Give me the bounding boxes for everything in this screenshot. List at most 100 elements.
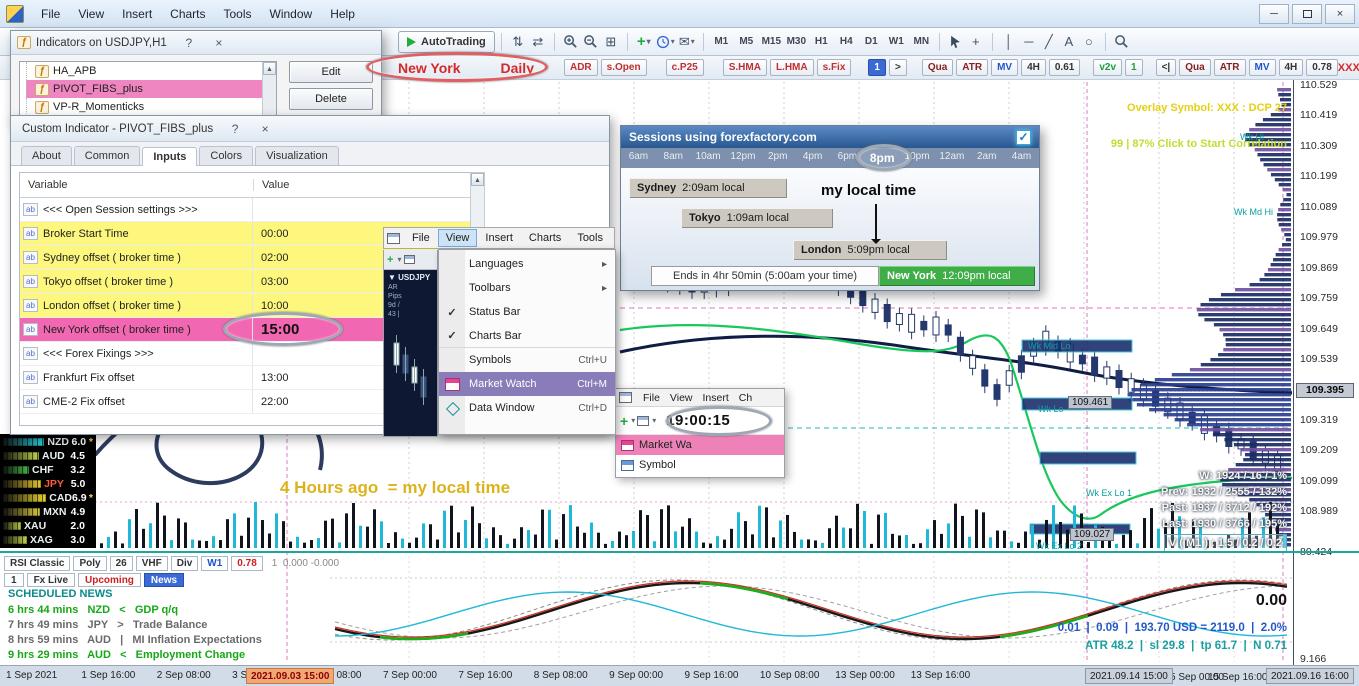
indicator-name: PIVOT_FIBS_plus bbox=[53, 83, 143, 95]
session-time-tick: 2pm bbox=[768, 151, 788, 162]
subwindow-button[interactable]: W1 bbox=[201, 556, 229, 571]
subwindow-button[interactable]: VHF bbox=[135, 556, 168, 571]
strength-value: 3.0 bbox=[70, 534, 85, 546]
subwindow-button[interactable]: 0.78 bbox=[231, 556, 263, 571]
mini-chart-symbol[interactable]: ▼ USDJPY bbox=[384, 270, 437, 283]
menu-item-label: Languages bbox=[469, 258, 524, 270]
menu-item-label: Status Bar bbox=[469, 306, 521, 318]
weekly-stats: W: 1924 / 16 / 1% Prev: 1932 / 2555 / 132… bbox=[1161, 468, 1287, 552]
parameter-name: <<< Open Session settings >>> bbox=[41, 198, 253, 221]
dialog-close-button[interactable]: × bbox=[257, 122, 273, 136]
currency-strength-row: CHF 3.2 bbox=[0, 463, 96, 477]
mini-chart-panel: + ▾ ▼ USDJPY AR Pips 9d / 43 | bbox=[383, 250, 438, 437]
indicator-list-item[interactable]: ƒ HA_APB bbox=[26, 62, 276, 80]
view-menu-item[interactable]: Symbols Ctrl+U bbox=[439, 348, 615, 372]
overlay-correlation-info[interactable]: Overlay Symbol: XXX : DCP 27 99 | 87% Cl… bbox=[1111, 78, 1287, 174]
subwindow-scale-min: 9.166 bbox=[1300, 653, 1327, 665]
popup-menu-item[interactable]: Insert bbox=[698, 390, 734, 406]
popup-menubar: File View Insert Ch bbox=[616, 389, 784, 407]
menubar-item[interactable]: Charts bbox=[521, 229, 569, 247]
indicator-values: 1 0.000 -0.000 bbox=[271, 558, 340, 569]
help-button[interactable]: ? bbox=[181, 36, 197, 50]
parameter-name: Tokyo offset ( broker time ) bbox=[41, 270, 253, 293]
dialog-close-button[interactable]: × bbox=[211, 36, 227, 50]
wk-mid-lo-label: Wk Mid Lo bbox=[1028, 341, 1071, 351]
time-axis-label: 1 Sep 2021 bbox=[6, 670, 58, 681]
currency-code: AUD bbox=[42, 450, 65, 462]
parameter-value[interactable] bbox=[253, 198, 480, 221]
menubar-item[interactable]: Insert bbox=[477, 229, 521, 247]
menubar-item[interactable]: File bbox=[404, 229, 438, 247]
menubar-item[interactable]: View bbox=[437, 229, 478, 247]
help-button[interactable]: ? bbox=[227, 122, 243, 136]
popup-menu-item[interactable]: View bbox=[665, 390, 698, 406]
chart-icon[interactable] bbox=[637, 415, 650, 426]
edit-button[interactable]: Edit bbox=[289, 61, 373, 83]
<<< Open Session settings >>>[interactable]: ab <<< Open Session settings >>> bbox=[20, 198, 480, 222]
time-axis-label: 13 Sep 16:00 bbox=[910, 670, 971, 681]
news-tab[interactable]: Upcoming bbox=[78, 573, 141, 587]
delete-button[interactable]: Delete bbox=[289, 88, 373, 110]
mini-chart-text: 9d / bbox=[388, 302, 400, 309]
dialog-tab[interactable]: Common bbox=[73, 146, 141, 165]
news-tab[interactable]: 1 bbox=[4, 573, 24, 587]
session-time-tick: 12am bbox=[939, 151, 965, 162]
view-menu-item[interactable]: Market Watch Ctrl+M bbox=[439, 372, 615, 396]
dialog-tab[interactable]: Inputs bbox=[142, 147, 198, 166]
my-local-time-label: my local time bbox=[821, 182, 917, 199]
menu-shortcut: Ctrl+U bbox=[578, 354, 607, 366]
view-menu-item[interactable]: Toolbars ▸ bbox=[439, 276, 615, 300]
dialog-tab[interactable]: About bbox=[21, 146, 72, 165]
add-icon[interactable]: + bbox=[620, 413, 628, 429]
market-watch-label: Market Wa bbox=[639, 439, 692, 451]
popup-menu-item[interactable]: Ch bbox=[734, 390, 757, 406]
menubar-item[interactable]: Tools bbox=[569, 229, 611, 247]
indicators-dialog-titlebar[interactable]: ƒ Indicators on USDJPY,H1 ? × bbox=[11, 31, 381, 55]
time-marker-gray-2: 2021.09.16 16:00 bbox=[1266, 668, 1354, 684]
price-scale[interactable]: 110.529 110.419 110.309 110.199 110.089 109.9… bbox=[1293, 79, 1359, 665]
news-tab[interactable]: Fx Live bbox=[26, 573, 76, 587]
stat-line: Prev: 1932 / 2555 / 132% bbox=[1161, 486, 1287, 498]
scroll-up-button[interactable]: ▲ bbox=[471, 173, 484, 186]
subwindow-button[interactable]: Poly bbox=[73, 556, 107, 571]
string-param-icon: ab bbox=[23, 203, 38, 216]
list-scrollbar[interactable]: ▲ bbox=[262, 62, 276, 118]
strength-value: 3.2 bbox=[70, 464, 85, 476]
market-watch-row[interactable]: Market Wa bbox=[616, 435, 784, 455]
strength-bar bbox=[3, 438, 45, 446]
popup-menu-item[interactable]: File bbox=[638, 390, 665, 406]
dropdown-icon: ▾ bbox=[631, 416, 636, 425]
time-axis-label: 8 Sep 08:00 bbox=[533, 670, 588, 681]
dialog-tab[interactable]: Colors bbox=[199, 146, 254, 165]
pane-divider[interactable] bbox=[0, 551, 1359, 553]
dialog-tab[interactable]: Visualization bbox=[255, 146, 339, 165]
news-tab[interactable]: News bbox=[143, 573, 185, 587]
time-axis[interactable]: 1 Sep 2021 1 Sep 16:00 2 Sep 08:00 3 Se 6 Se… bbox=[0, 665, 1359, 686]
time-axis-label: 9 Sep 00:00 bbox=[609, 670, 664, 681]
time-axis-label: 7 Sep 16:00 bbox=[458, 670, 513, 681]
scroll-up-button[interactable]: ▲ bbox=[263, 62, 276, 75]
sessions-checkbox[interactable]: ✓ bbox=[1016, 129, 1031, 145]
subwindow-button[interactable]: Div bbox=[170, 556, 199, 571]
view-menu-item[interactable]: Languages ▸ bbox=[439, 252, 615, 276]
symbol-row[interactable]: Symbol bbox=[616, 455, 784, 475]
window-icon bbox=[387, 232, 400, 244]
view-menu-item[interactable]: ✓ Status Bar bbox=[439, 300, 615, 324]
trade-info-line: 0.01 | 0.09 | 193.70 USD = 2119.0 | 2.0% bbox=[1057, 622, 1287, 634]
dropdown-icon: ▾ bbox=[397, 255, 402, 264]
sessions-titlebar[interactable]: Sessions using forexfactory.com ✓ bbox=[621, 126, 1039, 148]
sessions-time-scale: 6am 8am 10am 12pm 2pm 4pm 6pm 8pm 10pm 12am 2am 4am bbox=[621, 144, 1039, 171]
annotation-arrow bbox=[871, 204, 881, 244]
add-symbol-icon[interactable]: + bbox=[387, 254, 393, 266]
indicator-list-item[interactable]: ƒ VP-R_Momenticks bbox=[26, 98, 276, 116]
menu-item-label: Toolbars bbox=[469, 282, 511, 294]
chart-icon[interactable] bbox=[404, 255, 416, 264]
view-menu-item[interactable]: ✓ Charts Bar bbox=[439, 324, 615, 348]
view-menu-item[interactable]: Data Window Ctrl+D bbox=[439, 396, 615, 420]
currency-code: XAG bbox=[30, 534, 53, 546]
custom-indicator-titlebar[interactable]: Custom Indicator - PIVOT_FIBS_plus ? × bbox=[11, 116, 609, 142]
mt4-application-window: File View Insert Charts Tools Window Help ─ × … bbox=[0, 0, 1359, 686]
indicator-list-item[interactable]: ƒ PIVOT_FIBS_plus bbox=[26, 80, 276, 98]
subwindow-button[interactable]: RSI Classic bbox=[4, 556, 71, 571]
subwindow-button[interactable]: 26 bbox=[109, 556, 133, 571]
